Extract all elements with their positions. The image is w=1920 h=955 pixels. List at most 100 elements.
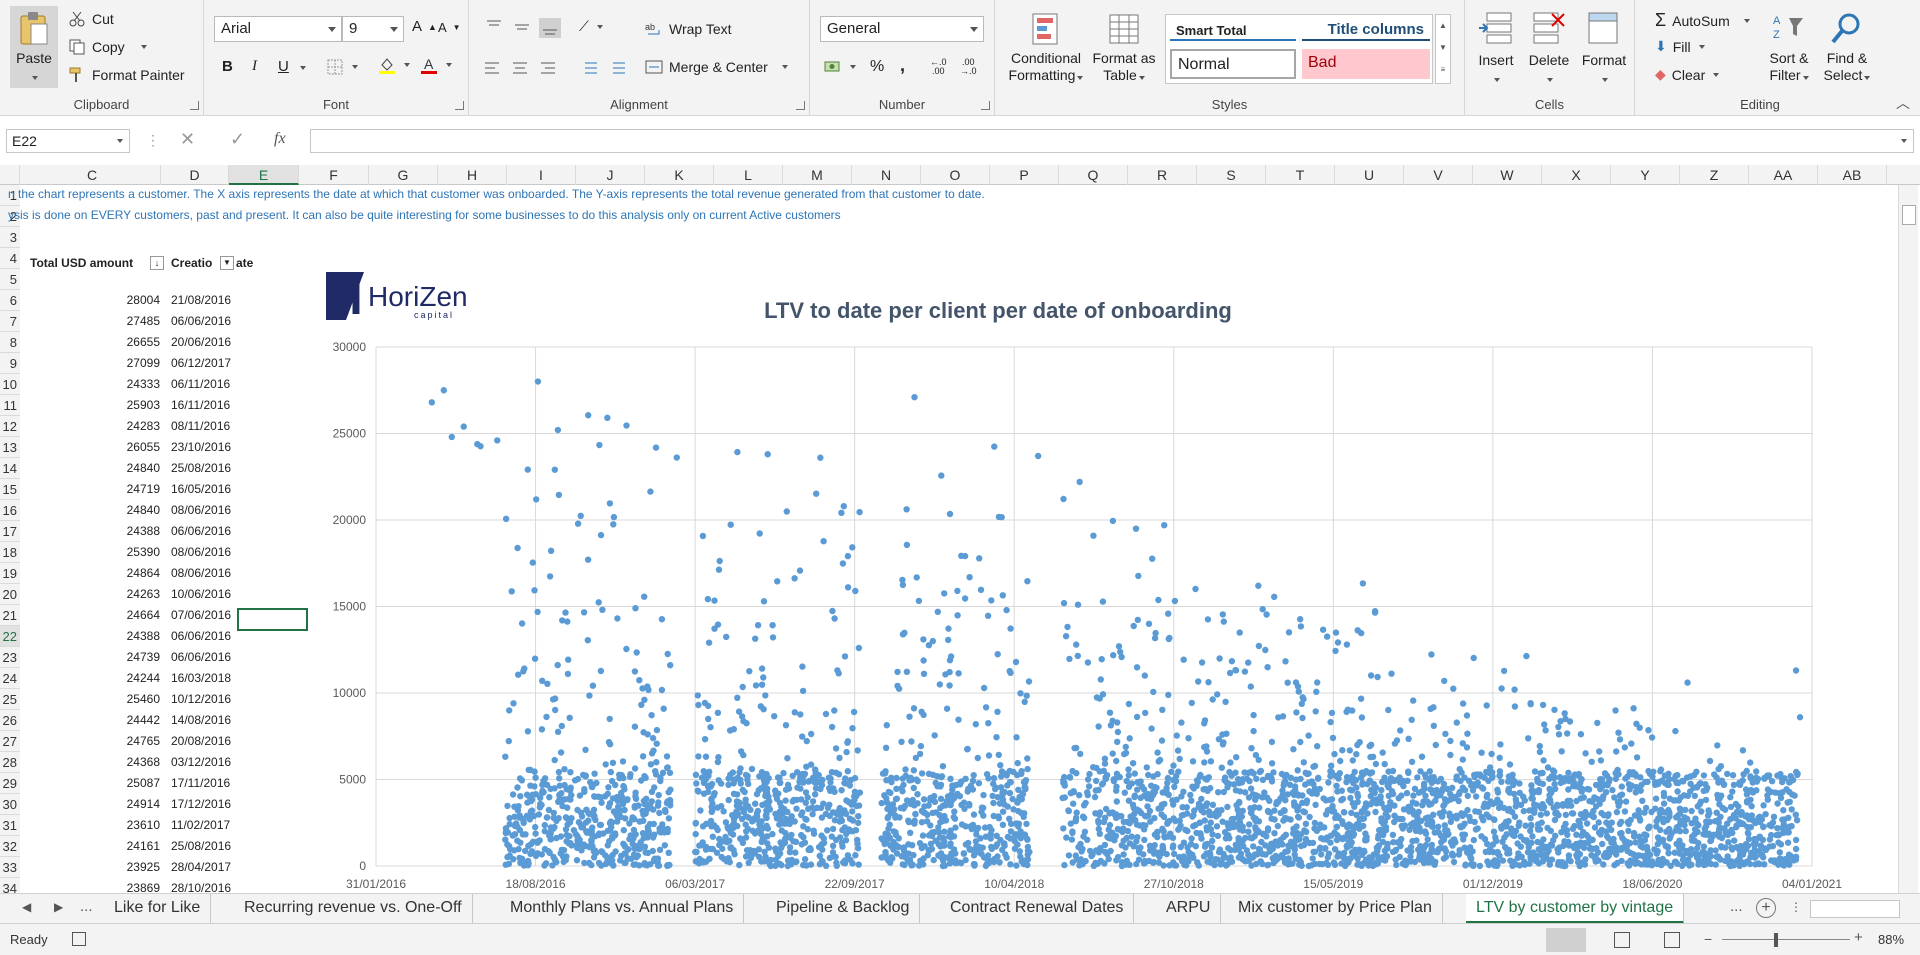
- sheet-tab[interactable]: ARPU: [1156, 894, 1222, 924]
- row-header-34[interactable]: 34: [0, 878, 20, 893]
- cell-total-usd[interactable]: 24283: [100, 419, 160, 433]
- horizontal-scrollbar[interactable]: [1810, 900, 1900, 918]
- cell-creation-date[interactable]: 07/06/2016: [171, 608, 231, 622]
- cell-creation-date[interactable]: 28/04/2017: [171, 860, 231, 874]
- clipboard-launcher-icon[interactable]: [190, 101, 199, 110]
- sheet-tab[interactable]: Pipeline & Backlog: [766, 894, 921, 924]
- column-header-v[interactable]: V: [1404, 165, 1473, 185]
- cell-creation-date[interactable]: 06/06/2016: [171, 314, 231, 328]
- cell-creation-date[interactable]: 08/06/2016: [171, 503, 231, 517]
- row-header-29[interactable]: 29: [0, 773, 20, 794]
- cell-total-usd[interactable]: 24765: [100, 734, 160, 748]
- filter-dropdown-amount-icon[interactable]: ↓: [150, 256, 164, 270]
- column-header-u[interactable]: U: [1335, 165, 1404, 185]
- header-creation-date-tail[interactable]: ate: [236, 256, 253, 270]
- row-header-24[interactable]: 24: [0, 668, 20, 689]
- cell-total-usd[interactable]: 24840: [100, 461, 160, 475]
- next-sheet-icon[interactable]: ▶: [54, 900, 63, 914]
- cut-button[interactable]: Cut: [68, 10, 114, 28]
- row-header-6[interactable]: 6: [0, 290, 20, 311]
- insert-cells-button[interactable]: Insert: [1471, 10, 1521, 86]
- row-header-7[interactable]: 7: [0, 311, 20, 332]
- cell-creation-date[interactable]: 17/11/2016: [171, 776, 230, 790]
- column-header-y[interactable]: Y: [1611, 165, 1680, 185]
- row-header-11[interactable]: 11: [0, 395, 20, 416]
- cell-creation-date[interactable]: 20/06/2016: [171, 335, 231, 349]
- row-header-26[interactable]: 26: [0, 710, 20, 731]
- row-header-5[interactable]: 5: [0, 269, 20, 290]
- decrease-font-icon[interactable]: A ▼: [438, 20, 461, 35]
- number-launcher-icon[interactable]: [981, 101, 990, 110]
- clear-button[interactable]: ◆ Clear: [1655, 66, 1720, 83]
- column-header-w[interactable]: W: [1473, 165, 1542, 185]
- cell-creation-date[interactable]: 28/10/2016: [171, 881, 231, 893]
- find-select-button[interactable]: Find & Select: [1817, 10, 1877, 84]
- borders-button[interactable]: [326, 58, 358, 76]
- page-layout-icon[interactable]: [1614, 932, 1630, 948]
- formula-input[interactable]: [310, 129, 1914, 153]
- column-header-k[interactable]: K: [645, 165, 714, 185]
- font-launcher-icon[interactable]: [455, 101, 464, 110]
- cancel-icon[interactable]: ✕: [180, 129, 195, 150]
- prev-sheet-icon[interactable]: ◀: [22, 900, 31, 914]
- active-cell-selection[interactable]: [237, 608, 308, 631]
- row-header-19[interactable]: 19: [0, 563, 20, 584]
- format-cells-button[interactable]: Format: [1577, 10, 1631, 86]
- format-as-table-button[interactable]: Format as Table: [1091, 12, 1157, 84]
- cell-total-usd[interactable]: 24388: [100, 524, 160, 538]
- sheet-tab[interactable]: Contract Renewal Dates: [940, 894, 1135, 924]
- header-total-usd[interactable]: Total USD amount: [30, 256, 133, 270]
- page-break-icon[interactable]: [1664, 932, 1680, 948]
- column-header-x[interactable]: X: [1542, 165, 1611, 185]
- add-sheet-icon[interactable]: +: [1756, 898, 1776, 918]
- row-header-4[interactable]: 4: [0, 248, 20, 269]
- column-header-e[interactable]: E: [229, 165, 299, 185]
- cell-total-usd[interactable]: 23925: [100, 860, 160, 874]
- row-header-15[interactable]: 15: [0, 479, 20, 500]
- orientation-icon[interactable]: ⟋: [579, 18, 603, 35]
- cell-total-usd[interactable]: 25903: [100, 398, 160, 412]
- cell-creation-date[interactable]: 23/10/2016: [171, 440, 231, 454]
- font-size-select[interactable]: 9: [342, 16, 404, 42]
- cell-total-usd[interactable]: 25460: [100, 692, 160, 706]
- macro-record-icon[interactable]: [72, 932, 86, 946]
- style-bad[interactable]: Bad: [1302, 49, 1430, 79]
- cell-creation-date[interactable]: 21/08/2016: [171, 293, 231, 307]
- name-box[interactable]: E22: [6, 129, 130, 153]
- zoom-out-icon[interactable]: −: [1704, 931, 1712, 947]
- row-header-21[interactable]: 21: [0, 605, 20, 626]
- comma-button[interactable]: ,: [900, 55, 905, 76]
- scatter-chart[interactable]: H HoriZen capital LTV to date per client…: [318, 250, 1848, 892]
- cell-total-usd[interactable]: 23869: [100, 881, 160, 893]
- cell-creation-date[interactable]: 14/08/2016: [171, 713, 231, 727]
- sheet-tab[interactable]: LTV by customer by vintage: [1466, 894, 1685, 924]
- cell-total-usd[interactable]: 25390: [100, 545, 160, 559]
- row-header-12[interactable]: 12: [0, 416, 20, 437]
- cell-creation-date[interactable]: 06/12/2017: [171, 356, 231, 370]
- column-header-j[interactable]: J: [576, 165, 645, 185]
- note-row2[interactable]: ysis is done on EVERY customers, past an…: [8, 208, 841, 222]
- fill-color-button[interactable]: [378, 56, 410, 74]
- row-header-17[interactable]: 17: [0, 521, 20, 542]
- column-header-aa[interactable]: AA: [1749, 165, 1818, 185]
- sort-filter-button[interactable]: AZ Sort & Filter: [1763, 10, 1815, 84]
- row-header-13[interactable]: 13: [0, 437, 20, 458]
- cell-creation-date[interactable]: 11/02/2017: [171, 818, 230, 832]
- collapse-ribbon-icon[interactable]: ︿: [1896, 93, 1910, 113]
- row-header-22[interactable]: 22: [0, 626, 20, 647]
- cell-total-usd[interactable]: 24368: [100, 755, 160, 769]
- cell-total-usd[interactable]: 24840: [100, 503, 160, 517]
- merge-center-button[interactable]: Merge & Center: [645, 58, 788, 76]
- copy-button[interactable]: Copy: [68, 38, 147, 56]
- cell-creation-date[interactable]: 10/06/2016: [171, 587, 231, 601]
- format-painter-button[interactable]: Format Painter: [68, 66, 185, 84]
- column-header-n[interactable]: N: [852, 165, 921, 185]
- row-header-27[interactable]: 27: [0, 731, 20, 752]
- row-header-20[interactable]: 20: [0, 584, 20, 605]
- style-title-columns[interactable]: Title columns: [1302, 19, 1430, 41]
- cell-total-usd[interactable]: 24914: [100, 797, 160, 811]
- row-header-25[interactable]: 25: [0, 689, 20, 710]
- more-sheets-left[interactable]: ...: [80, 898, 93, 915]
- conditional-formatting-button[interactable]: Conditional Formatting: [1003, 12, 1089, 84]
- cell-creation-date[interactable]: 16/03/2018: [171, 671, 231, 685]
